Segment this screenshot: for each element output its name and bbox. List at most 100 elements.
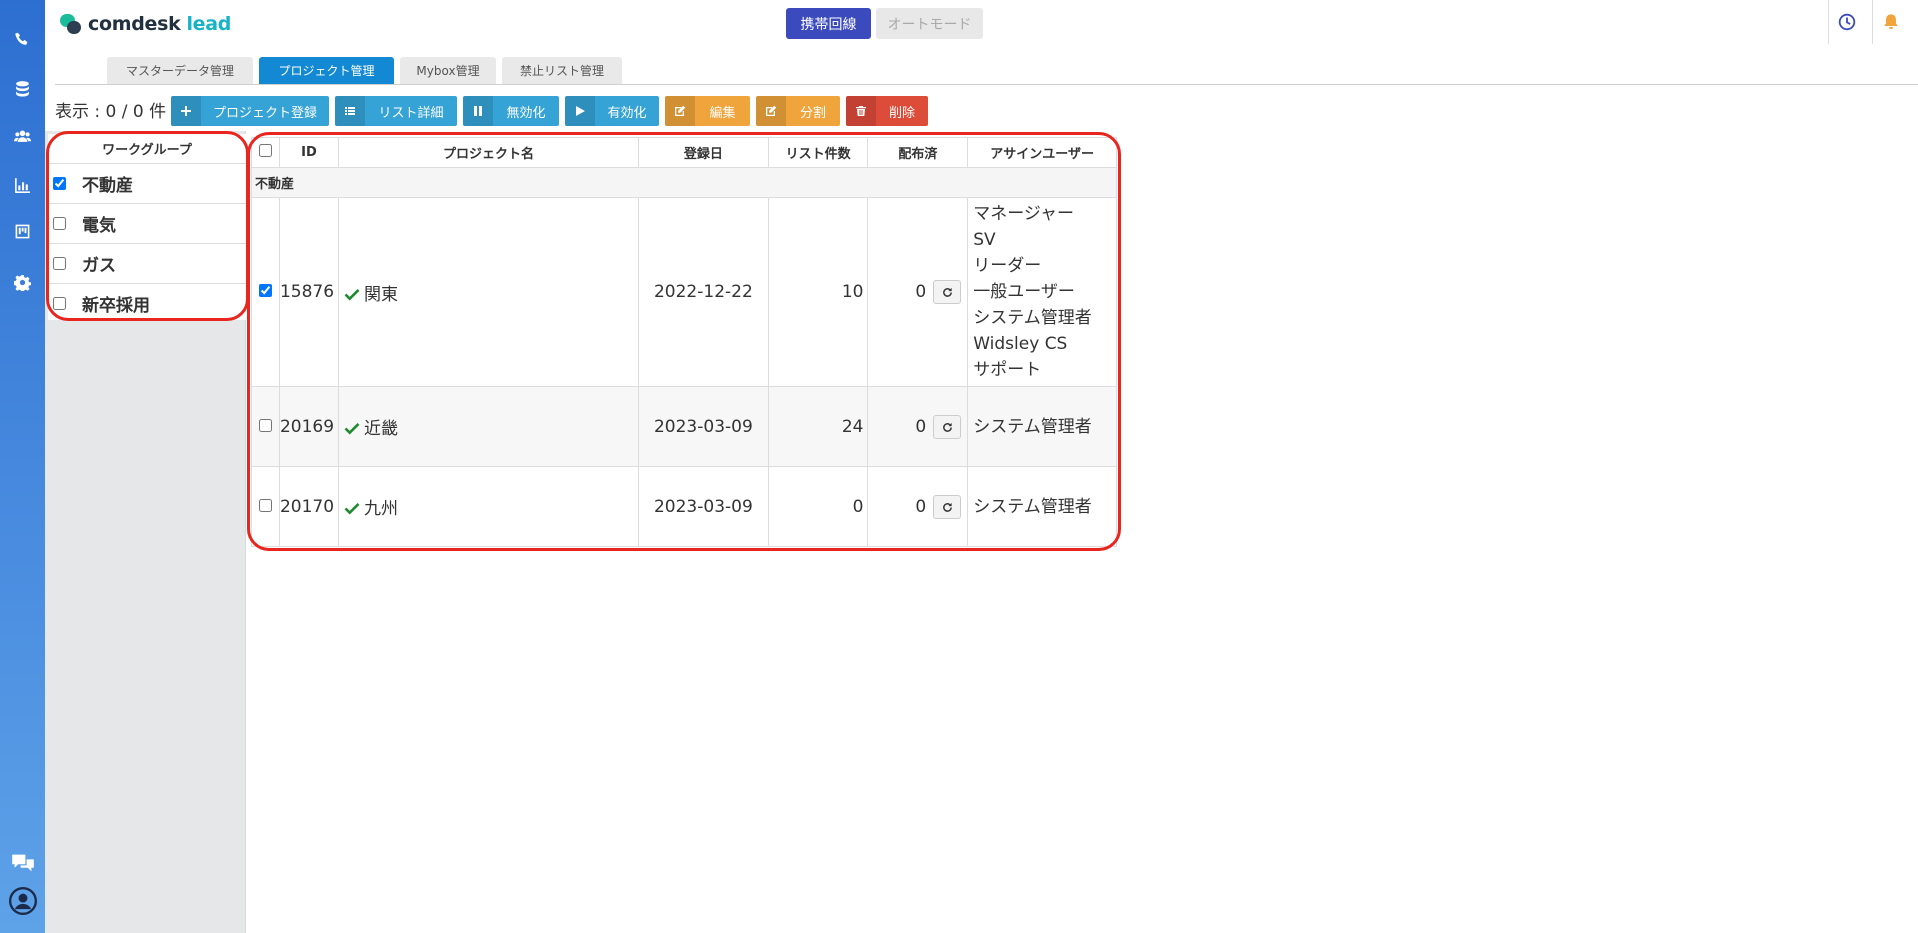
assigned-user: SV (973, 230, 996, 250)
list-icon (335, 96, 365, 126)
plus-icon (171, 96, 201, 126)
auto-mode-button[interactable]: オートモード (876, 8, 983, 39)
column-header-id[interactable]: ID (278, 137, 340, 168)
logo-mark-icon (60, 12, 82, 36)
app-logo[interactable]: comdesk lead (60, 10, 231, 38)
table-row[interactable]: 15876 関東 2022-12-22 10 0 マネージャー SV リーダー … (251, 197, 1117, 387)
row-select-cell (251, 386, 280, 467)
cell-id: 20169 (278, 386, 340, 467)
assigned-user: システム管理者 (973, 416, 1092, 437)
user-avatar-icon[interactable] (8, 886, 38, 916)
split-button[interactable]: 分割 (756, 96, 840, 126)
row-checkbox[interactable] (258, 418, 272, 432)
project-table: ID プロジェクト名 登録日 リスト件数 配布済 アサインユーザー 不動産 15… (251, 137, 1117, 547)
trash-icon (846, 96, 876, 126)
tab-master-data[interactable]: マスターデータ管理 (107, 57, 253, 84)
workgroup-item-label: 不動産 (82, 176, 133, 196)
edit-label: 編集 (709, 105, 736, 121)
cell-project-name: 近畿 (338, 386, 640, 467)
cell-id: 15876 (278, 197, 340, 387)
list-detail-button[interactable]: リスト詳細 (335, 96, 457, 126)
history-clock-icon[interactable] (1828, 0, 1864, 44)
action-toolbar: プロジェクト登録 リスト詳細 無効化 有効化 編集 分割 削除 (171, 96, 928, 126)
select-all-header (251, 137, 280, 168)
column-header-project-name[interactable]: プロジェクト名 (338, 137, 640, 168)
help-chat-icon[interactable] (10, 852, 36, 874)
workgroup-item[interactable]: ガス (48, 244, 246, 284)
refresh-icon (943, 502, 953, 512)
cell-list-count: 24 (767, 386, 869, 467)
column-header-assigned-users[interactable]: アサインユーザー (967, 137, 1117, 168)
cell-distributed: 0 (867, 386, 969, 467)
active-check-icon (344, 422, 360, 435)
group-label: 不動産 (251, 167, 1117, 198)
distributed-value: 0 (915, 496, 927, 517)
workgroup-item[interactable]: 不動産 (48, 164, 246, 204)
disable-label: 無効化 (506, 105, 546, 121)
cell-project-name: 九州 (338, 466, 640, 547)
phone-icon[interactable] (12, 29, 32, 49)
logo-text-lead: lead (186, 13, 232, 35)
assigned-user: システム管理者 (973, 308, 1092, 328)
enable-label: 有効化 (607, 105, 647, 121)
assigned-user: 一般ユーザー (973, 282, 1075, 302)
table-header-row: ID プロジェクト名 登録日 リスト件数 配布済 アサインユーザー (251, 137, 1117, 168)
cell-list-count: 0 (767, 466, 869, 547)
mobile-line-button[interactable]: 携帯回線 (786, 8, 871, 39)
workgroup-checkbox[interactable] (53, 177, 66, 190)
notification-bell-icon[interactable] (1872, 0, 1908, 44)
left-rail (0, 0, 45, 933)
tab-divider (55, 84, 1918, 85)
workgroup-item-label: ガス (82, 256, 116, 276)
select-all-checkbox[interactable] (258, 144, 272, 157)
workgroup-title: ワークグループ (48, 134, 246, 164)
cell-assigned-users: システム管理者 (967, 386, 1117, 467)
table-row[interactable]: 20169 近畿 2023-03-09 24 0 システム管理者 (251, 386, 1117, 467)
workgroup-checkbox[interactable] (53, 296, 66, 310)
workgroup-item[interactable]: 電気 (48, 204, 246, 244)
workgroup-checkbox[interactable] (53, 217, 66, 230)
column-header-list-count[interactable]: リスト件数 (767, 137, 869, 168)
assigned-user: システム管理者 (973, 496, 1092, 517)
workgroup-panel: ワークグループ 不動産 電気 ガス 新卒採用 (48, 134, 246, 320)
refresh-button[interactable] (933, 494, 962, 519)
assigned-user: リーダー (973, 256, 1042, 276)
workgroup-item-label: 新卒採用 (82, 295, 150, 316)
pause-icon (463, 96, 493, 126)
table-row[interactable]: 20170 九州 2023-03-09 0 0 システム管理者 (251, 466, 1117, 547)
cell-distributed: 0 (867, 466, 969, 547)
kanban-icon[interactable] (12, 221, 32, 241)
row-checkbox[interactable] (258, 284, 272, 297)
tab-project-management[interactable]: プロジェクト管理 (259, 57, 394, 84)
delete-button[interactable]: 削除 (846, 96, 928, 126)
edit-button[interactable]: 編集 (665, 96, 750, 126)
cell-list-count: 10 (767, 197, 869, 387)
tab-mybox[interactable]: Mybox管理 (400, 57, 496, 84)
workgroup-item[interactable]: 新卒採用 (48, 284, 246, 322)
logo-text-comdesk: comdesk (88, 13, 181, 35)
register-project-label: プロジェクト登録 (212, 105, 317, 121)
project-name-text: 関東 (364, 284, 399, 305)
assigned-user: マネージャー (973, 204, 1075, 224)
workgroup-checkbox[interactable] (53, 257, 66, 270)
refresh-button[interactable] (933, 414, 962, 439)
register-project-button[interactable]: プロジェクト登録 (171, 96, 329, 126)
tab-bar: マスターデータ管理 プロジェクト管理 Mybox管理 禁止リスト管理 (107, 57, 622, 84)
users-icon[interactable] (12, 126, 32, 146)
row-checkbox[interactable] (258, 498, 272, 512)
active-check-icon (344, 502, 360, 515)
cell-project-name: 関東 (338, 197, 640, 387)
gear-icon[interactable] (12, 272, 32, 292)
column-header-distributed[interactable]: 配布済 (867, 137, 969, 168)
tab-blocked-list[interactable]: 禁止リスト管理 (502, 57, 622, 84)
assigned-user: サポート (973, 360, 1042, 380)
disable-button[interactable]: 無効化 (463, 96, 559, 126)
database-icon[interactable] (12, 78, 32, 98)
bar-chart-icon[interactable] (12, 175, 32, 195)
enable-button[interactable]: 有効化 (565, 96, 659, 126)
cell-registered-date: 2022-12-22 (638, 197, 769, 387)
column-header-registered-date[interactable]: 登録日 (638, 137, 769, 168)
list-detail-label: リスト詳細 (378, 105, 444, 121)
refresh-button[interactable] (933, 280, 962, 304)
project-name-text: 近畿 (364, 419, 399, 439)
